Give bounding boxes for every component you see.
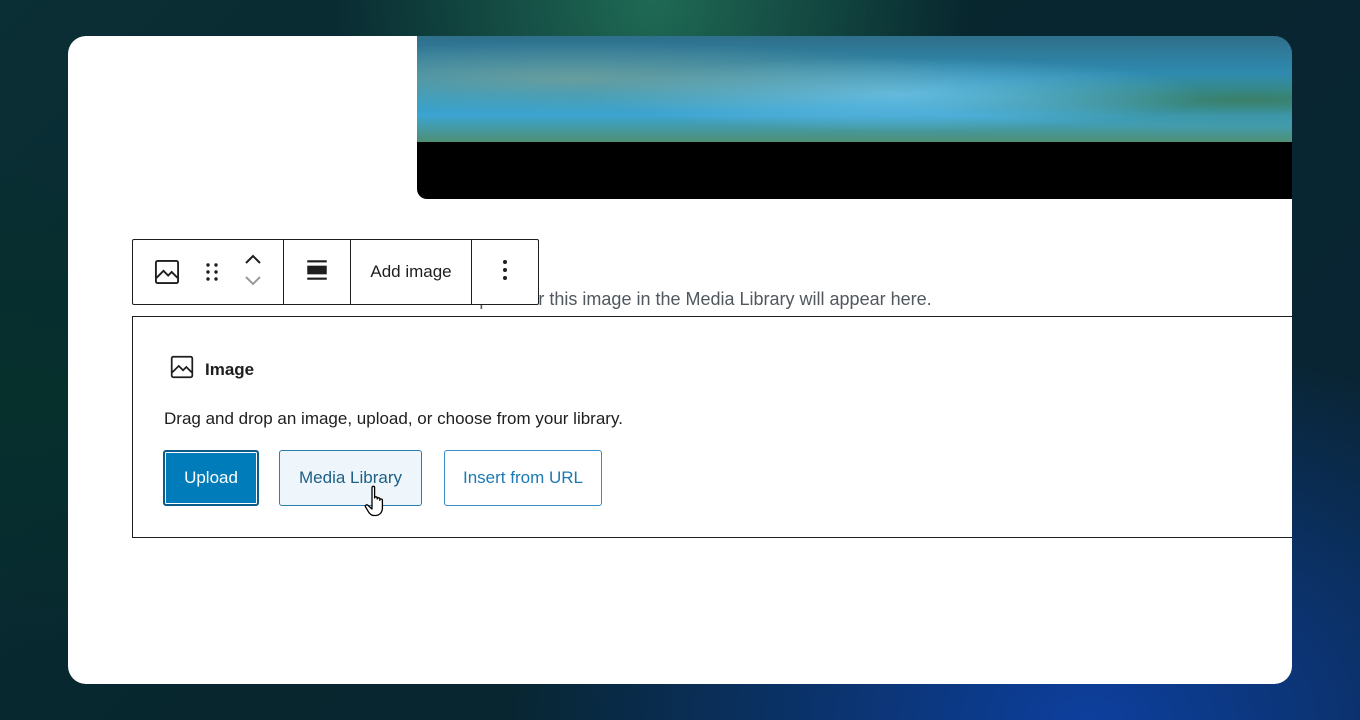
- drag-handle-icon[interactable]: [204, 240, 220, 304]
- align-button[interactable]: [284, 240, 351, 304]
- block-toolbar: Add image: [132, 239, 539, 305]
- upload-button[interactable]: Upload: [163, 450, 259, 506]
- editor-canvas: Your caption for this image in the Media…: [68, 36, 1292, 684]
- hand-cursor-icon: [364, 484, 390, 523]
- placeholder-title: Image: [205, 359, 255, 379]
- block-mover: [243, 252, 263, 292]
- image-icon: [169, 354, 195, 385]
- align-center-icon: [304, 257, 330, 288]
- block-toolbar-group-main: [133, 240, 284, 304]
- image-placeholder: Image Drag and drop an image, upload, or…: [132, 316, 1292, 538]
- chevron-down-icon[interactable]: [243, 274, 263, 292]
- block-options-button[interactable]: [472, 240, 538, 304]
- image-block-preview[interactable]: [417, 36, 1292, 199]
- add-image-button[interactable]: Add image: [351, 240, 472, 304]
- media-library-button[interactable]: Media Library: [279, 450, 422, 506]
- placeholder-header: Image: [169, 354, 254, 385]
- insert-from-url-button[interactable]: Insert from URL: [444, 450, 602, 506]
- more-vertical-icon: [502, 258, 508, 287]
- chevron-up-icon[interactable]: [243, 252, 263, 270]
- add-image-label: Add image: [370, 262, 452, 281]
- lake-photo: [417, 36, 1292, 142]
- image-icon[interactable]: [153, 240, 181, 304]
- placeholder-instructions: Drag and drop an image, upload, or choos…: [164, 409, 623, 428]
